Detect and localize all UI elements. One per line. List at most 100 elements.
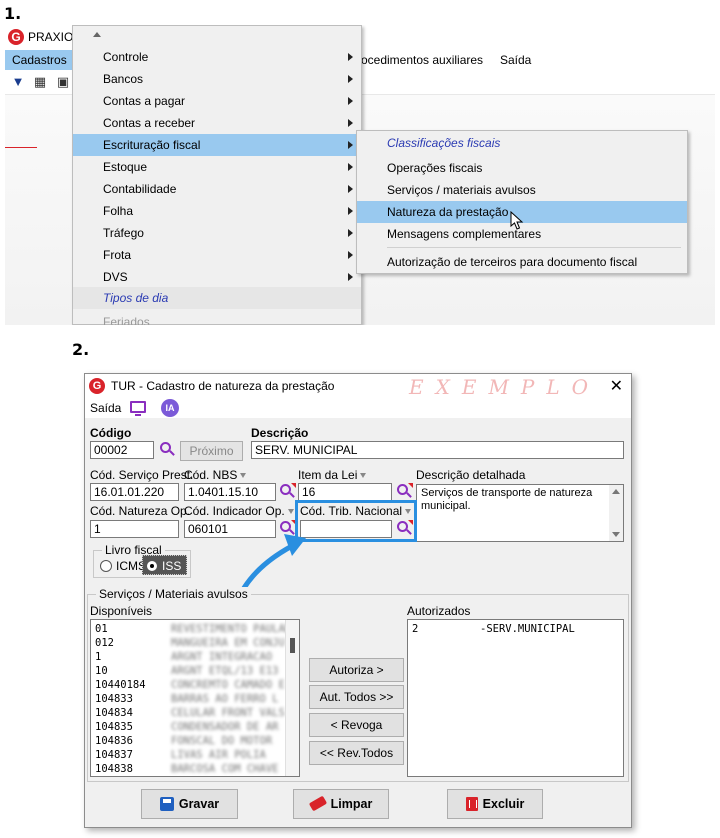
submenu-arrow-icon: [348, 97, 353, 105]
codigo-search-icon[interactable]: [158, 441, 176, 459]
list-item[interactable]: 104835: [95, 720, 133, 734]
close-icon[interactable]: ✕: [610, 376, 623, 396]
menu-item-label: Tráfego: [103, 226, 144, 240]
menu-item-label: Contas a receber: [103, 116, 196, 130]
highlight-cod-trib-nacional: [295, 500, 417, 542]
servicos-materiais-label: Serviços / Materiais avulsos: [96, 587, 251, 601]
escrituracao-fiscal-submenu: Classificações fiscais Operações fiscais…: [356, 130, 688, 274]
scroll-up-icon[interactable]: [93, 32, 101, 37]
descricao-field[interactable]: SERV. MUNICIPAL: [251, 441, 624, 459]
item-da-lei-label: Item da Lei: [298, 468, 367, 482]
sort-down-icon: [360, 473, 367, 479]
dialog-titlebar: G TUR - Cadastro de natureza da prestaçã…: [85, 374, 631, 399]
descricao-detalhada-text: Serviços de transporte de natureza munic…: [421, 487, 593, 512]
red-divider: [5, 147, 37, 148]
trash-icon: [465, 796, 478, 811]
menu-item-escrituracao-fiscal[interactable]: Escrituração fiscal: [73, 134, 361, 156]
rev-todos-button[interactable]: << Rev.Todos: [309, 741, 404, 765]
list-item[interactable]: 104836: [95, 734, 133, 748]
list-item[interactable]: 104838: [95, 762, 133, 776]
step-2-label: 2.: [72, 340, 90, 359]
aut-todos-button[interactable]: Aut. Todos >>: [309, 685, 404, 709]
menu-item-contas-a-receber[interactable]: Contas a receber: [73, 112, 361, 134]
descricao-scrollbar[interactable]: [609, 485, 623, 541]
submenu-arrow-icon: [348, 163, 353, 171]
list-item[interactable]: 012: [95, 636, 114, 650]
codigo-field[interactable]: 00002: [90, 441, 154, 459]
menu-item-controle[interactable]: Controle: [73, 46, 361, 68]
submenu-item-servicos-materiais-avulsos[interactable]: Serviços / materiais avulsos: [357, 179, 687, 201]
menu-cadastros[interactable]: Cadastros: [5, 50, 74, 70]
app-title: PRAXIO: [28, 30, 74, 44]
menu-item-feriados[interactable]: Feriados: [73, 311, 361, 325]
disponiveis-list[interactable]: 01 REVESTIMENTO PAULADO 012 MANGUEIRA EM C…: [90, 619, 300, 777]
monitor-icon[interactable]: [130, 401, 146, 416]
menu-saida[interactable]: Saída: [493, 50, 538, 70]
disponiveis-scrollbar[interactable]: [285, 620, 299, 776]
icms-radio[interactable]: [100, 560, 112, 572]
sort-down-icon: [240, 473, 247, 479]
menu-item-estoque[interactable]: Estoque: [73, 156, 361, 178]
limpar-button[interactable]: Limpar: [293, 789, 389, 819]
list-item[interactable]: 104834: [95, 706, 133, 720]
submenu-arrow-icon: [348, 53, 353, 61]
submenu-arrow-icon: [348, 185, 353, 193]
submenu-item-autorizacao-terceiros[interactable]: Autorização de terceiros para documento …: [357, 251, 687, 273]
proximo-button[interactable]: Próximo: [180, 441, 243, 461]
list-item[interactable]: 1: [95, 650, 101, 664]
list-item[interactable]: 104837: [95, 748, 133, 762]
item-da-lei-search-icon[interactable]: [395, 483, 413, 501]
autorizados-label: Autorizados: [407, 604, 471, 618]
menu-item-frota[interactable]: Frota: [73, 244, 361, 266]
dialog-menubar: Saída IA: [85, 398, 631, 418]
autoriza-button[interactable]: Autoriza >: [309, 658, 404, 682]
menu-item-trafego[interactable]: Tráfego: [73, 222, 361, 244]
cod-nbs-search-icon[interactable]: [278, 483, 296, 501]
mouse-pointer-icon: [510, 211, 524, 230]
submenu-separator: [387, 247, 681, 248]
menu-item-label: Bancos: [103, 72, 144, 86]
submenu-arrow-icon: [348, 75, 353, 83]
gravar-button[interactable]: Gravar: [141, 789, 238, 819]
menu-item-label: Contabilidade: [103, 182, 177, 196]
iss-label: ISS: [162, 559, 182, 573]
iss-radio[interactable]: [146, 560, 158, 572]
eraser-icon: [308, 795, 327, 812]
praxio-logo-icon: G: [8, 29, 24, 45]
menu-item-label: Estoque: [103, 160, 148, 174]
calculator-icon[interactable]: ▦: [32, 74, 48, 90]
cod-nbs-field[interactable]: 1.0401.15.10: [184, 483, 276, 501]
scroll-thumb[interactable]: [290, 638, 295, 653]
toolbar-tool-icon[interactable]: ▣: [55, 74, 71, 90]
revoga-button[interactable]: < Revoga: [309, 713, 404, 737]
callout-arrow-icon: [241, 534, 306, 591]
excluir-button[interactable]: Excluir: [447, 789, 543, 819]
list-item[interactable]: 2: [412, 622, 418, 636]
menu-item-contabilidade[interactable]: Contabilidade: [73, 178, 361, 200]
cod-natureza-op-field[interactable]: 1: [90, 520, 179, 538]
submenu-arrow-icon: [348, 229, 353, 237]
cod-indicador-op-label: Cód. Indicador Op.: [184, 504, 294, 518]
item-da-lei-field[interactable]: 16: [298, 483, 392, 501]
list-item[interactable]: 01: [95, 622, 108, 636]
menu-item-folha[interactable]: Folha: [73, 200, 361, 222]
menu-saida[interactable]: Saída: [90, 401, 121, 415]
autorizados-list[interactable]: 2 -SERV.MUNICIPAL: [407, 619, 624, 777]
menu-item-bancos[interactable]: Bancos: [73, 68, 361, 90]
menu-item-label: Folha: [103, 204, 134, 218]
menu-item-label: Controle: [103, 50, 149, 64]
cod-servico-prest-field[interactable]: 16.01.01.220: [90, 483, 179, 501]
descricao-detalhada-field[interactable]: Serviços de transporte de natureza munic…: [416, 484, 624, 542]
menu-item-contas-a-pagar[interactable]: Contas a pagar: [73, 90, 361, 112]
submenu-arrow-icon: [348, 273, 353, 281]
watermark-text: EXEMPLO: [409, 375, 601, 399]
ia-assistant-icon[interactable]: IA: [161, 399, 179, 417]
menu-item-dvs[interactable]: DVS: [73, 266, 361, 288]
list-item[interactable]: 10440184: [95, 678, 146, 692]
cod-natureza-op-label: Cód. Natureza Op.: [90, 504, 191, 518]
list-item[interactable]: 10: [95, 664, 108, 678]
collapse-down-icon[interactable]: ▼: [10, 74, 26, 90]
menu-procedimentos-auxiliares[interactable]: rocedimentos auxiliares: [350, 50, 490, 70]
submenu-item-operacoes-fiscais[interactable]: Operações fiscais: [357, 157, 687, 179]
list-item[interactable]: 104833: [95, 692, 133, 706]
